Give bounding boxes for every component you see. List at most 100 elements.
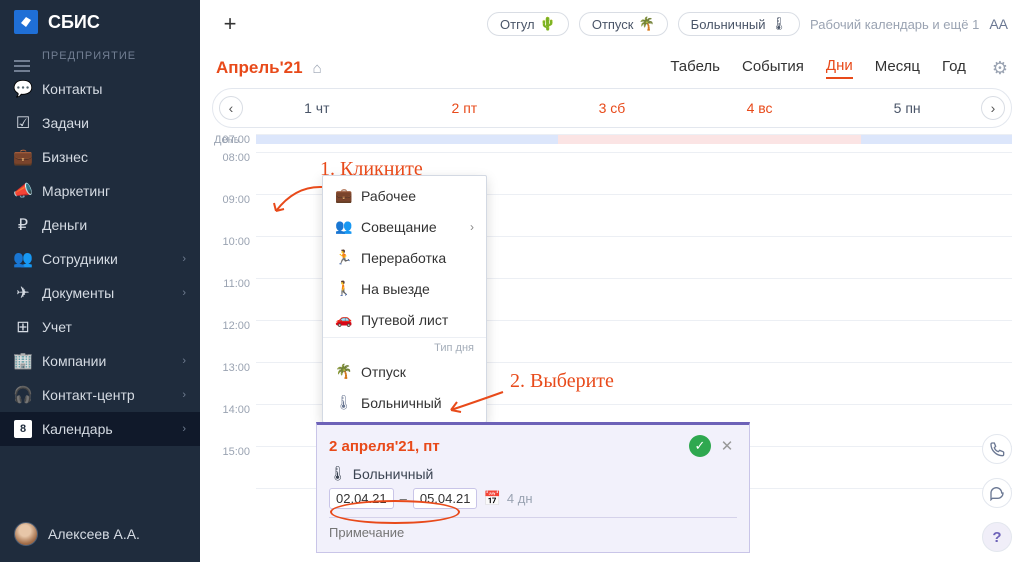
help-button[interactable]: ? bbox=[982, 522, 1012, 552]
menu-item-vacation[interactable]: 🌴 Отпуск bbox=[323, 356, 486, 387]
event-popup: 2 апреля'21, пт ✓ ✕ 🌡 Больничный 02.04.2… bbox=[316, 422, 750, 553]
megaphone-icon: 📣 bbox=[14, 182, 32, 200]
chevron-right-icon: › bbox=[182, 389, 186, 401]
chip-sick[interactable]: Больничный 🌡 bbox=[678, 12, 800, 36]
close-button[interactable]: ✕ bbox=[717, 436, 737, 456]
day-header-1[interactable]: 1 чт bbox=[243, 100, 391, 116]
chevron-right-icon: › bbox=[182, 287, 186, 299]
note-input[interactable] bbox=[329, 525, 737, 540]
day-header-4[interactable]: 4 вс bbox=[686, 100, 834, 116]
people-icon: 👥 bbox=[335, 218, 351, 235]
user-row[interactable]: Алексеев А.А. bbox=[0, 514, 200, 554]
thermometer-icon: 🌡 bbox=[771, 16, 788, 32]
people-icon: 👥 bbox=[14, 250, 32, 268]
calculator-icon: ⊞ bbox=[14, 318, 32, 336]
thermometer-icon: 🌡 bbox=[335, 394, 351, 411]
cactus-icon: 🌵 bbox=[540, 16, 556, 32]
tab-month[interactable]: Месяц bbox=[875, 58, 920, 78]
font-size-button[interactable]: AA bbox=[989, 16, 1008, 32]
app-name: СБИС bbox=[48, 12, 100, 33]
building-icon: 🏢 bbox=[14, 352, 32, 370]
menu-item-work[interactable]: 💼 Рабочее bbox=[323, 180, 486, 211]
add-button[interactable]: + bbox=[216, 10, 244, 38]
floating-actions: ? bbox=[982, 434, 1012, 552]
annotation-arrow-1 bbox=[270, 183, 325, 219]
sidebar-item-documents[interactable]: ✈ Документы › bbox=[0, 276, 200, 310]
days-navigator: ‹ 1 чт 2 пт 3 сб 4 вс 5 пн › bbox=[212, 88, 1012, 128]
chevron-right-icon: › bbox=[470, 220, 474, 234]
chevron-right-icon: › bbox=[182, 423, 186, 435]
avatar bbox=[14, 522, 38, 546]
walk-icon: 🚶 bbox=[335, 280, 351, 297]
palm-icon: 🌴 bbox=[638, 16, 654, 32]
view-tabs: Табель События Дни Месяц Год ⚙ bbox=[670, 57, 1008, 79]
annotation-arrow-2 bbox=[445, 388, 505, 418]
thermometer-icon: 🌡 bbox=[329, 465, 347, 482]
car-icon: 🚗 bbox=[335, 311, 351, 328]
menu-section-label: Тип дня bbox=[323, 337, 486, 356]
sidebar-item-tasks[interactable]: ☑ Задачи bbox=[0, 106, 200, 140]
briefcase-icon: 💼 bbox=[335, 187, 351, 204]
chevron-right-icon: › bbox=[182, 355, 186, 367]
user-name: Алексеев А.А. bbox=[48, 526, 140, 542]
sidebar-item-staff[interactable]: 👥 Сотрудники › bbox=[0, 242, 200, 276]
date-to-input[interactable]: 05.04.21 bbox=[413, 488, 478, 509]
sidebar-item-accounting[interactable]: ⊞ Учет bbox=[0, 310, 200, 344]
annotation-step2: 2. Выберите bbox=[510, 370, 614, 393]
call-button[interactable] bbox=[982, 434, 1012, 464]
date-separator: – bbox=[400, 491, 407, 506]
chip-timeoff[interactable]: Отгул 🌵 bbox=[487, 12, 569, 36]
day-header-5[interactable]: 5 пн bbox=[833, 100, 981, 116]
send-icon: ✈ bbox=[14, 284, 32, 302]
menu-item-overtime[interactable]: 🏃 Переработка bbox=[323, 242, 486, 273]
home-icon[interactable]: ⌂ bbox=[313, 60, 322, 77]
calendars-summary[interactable]: Рабочий календарь и ещё 1 bbox=[810, 17, 979, 32]
sidebar-item-business[interactable]: 💼 Бизнес bbox=[0, 140, 200, 174]
logo-icon bbox=[14, 10, 38, 34]
chip-vacation[interactable]: Отпуск 🌴 bbox=[579, 12, 668, 36]
day-header-3[interactable]: 3 сб bbox=[538, 100, 686, 116]
chat-button[interactable] bbox=[982, 478, 1012, 508]
day-header-2[interactable]: 2 пт bbox=[391, 100, 539, 116]
tab-tabel[interactable]: Табель bbox=[670, 58, 720, 78]
confirm-button[interactable]: ✓ bbox=[689, 435, 711, 457]
menu-item-waybill[interactable]: 🚗 Путевой лист bbox=[323, 304, 486, 335]
briefcase-icon: 💼 bbox=[14, 148, 32, 166]
sidebar: СБИС ПРЕДПРИЯТИЕ 💬 Контакты ☑ Задачи 💼 Б… bbox=[0, 0, 200, 562]
chevron-right-icon: › bbox=[182, 253, 186, 265]
gear-icon[interactable]: ⚙ bbox=[992, 58, 1008, 79]
sidebar-item-calendar[interactable]: 8 Календарь › bbox=[0, 412, 200, 446]
date-from-input[interactable]: 02.04.21 bbox=[329, 488, 394, 509]
calendar-icon[interactable]: 📅 bbox=[483, 490, 500, 507]
sidebar-item-contacts[interactable]: 💬 Контакты bbox=[0, 72, 200, 106]
prev-days-button[interactable]: ‹ bbox=[219, 96, 243, 120]
palm-icon: 🌴 bbox=[335, 363, 351, 380]
calendar-date-badge: 8 bbox=[14, 420, 32, 438]
logo[interactable]: СБИС bbox=[0, 0, 200, 44]
context-menu: 💼 Рабочее 👥 Совещание › 🏃 Переработка 🚶 … bbox=[322, 175, 487, 423]
popup-title: 2 апреля'21, пт bbox=[329, 438, 440, 455]
clipboard-icon: ☑ bbox=[14, 114, 32, 132]
sidebar-nav: 💬 Контакты ☑ Задачи 💼 Бизнес 📣 Маркетинг… bbox=[0, 72, 200, 446]
next-days-button[interactable]: › bbox=[981, 96, 1005, 120]
menu-item-offsite[interactable]: 🚶 На выезде bbox=[323, 273, 486, 304]
money-icon: ₽ bbox=[14, 216, 32, 234]
run-icon: 🏃 bbox=[335, 249, 351, 266]
menu-item-meeting[interactable]: 👥 Совещание › bbox=[323, 211, 486, 242]
headset-icon: 🎧 bbox=[14, 386, 32, 404]
section-label: ПРЕДПРИЯТИЕ bbox=[0, 44, 200, 68]
tab-events[interactable]: События bbox=[742, 58, 804, 78]
sidebar-item-companies[interactable]: 🏢 Компании › bbox=[0, 344, 200, 378]
calendar-header: Апрель'21 ⌂ Табель События Дни Месяц Год… bbox=[200, 48, 1024, 88]
tab-days[interactable]: Дни bbox=[826, 57, 853, 79]
annotation-step1: 1. Кликните bbox=[320, 158, 423, 181]
event-type-label[interactable]: Больничный bbox=[353, 466, 434, 482]
month-label[interactable]: Апрель'21 bbox=[216, 58, 303, 78]
chat-icon: 💬 bbox=[14, 80, 32, 98]
time-axis: 07:00 08:00 09:00 10:00 11:00 12:00 13:0… bbox=[212, 134, 256, 488]
hamburger-icon[interactable] bbox=[14, 60, 30, 72]
tab-year[interactable]: Год bbox=[942, 58, 966, 78]
sidebar-item-contact-center[interactable]: 🎧 Контакт-центр › bbox=[0, 378, 200, 412]
sidebar-item-marketing[interactable]: 📣 Маркетинг bbox=[0, 174, 200, 208]
sidebar-item-money[interactable]: ₽ Деньги bbox=[0, 208, 200, 242]
